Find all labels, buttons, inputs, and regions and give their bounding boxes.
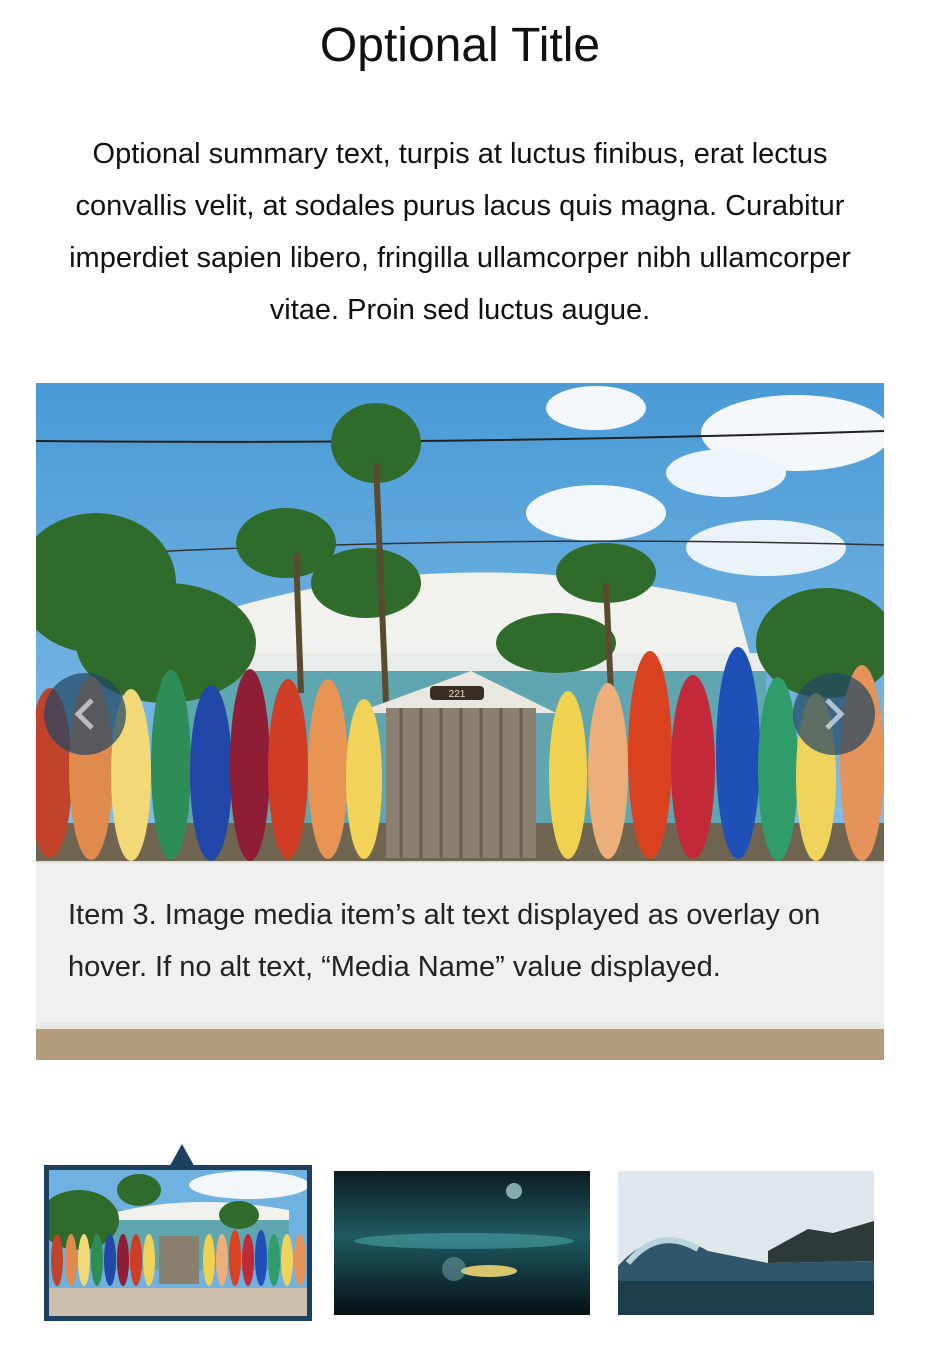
slide-caption-text: Item 3. Image media item’s alt text disp… [68,899,821,983]
underwater-surfer-thumbnail[interactable] [334,1171,590,1315]
chevron-right-icon [825,698,845,730]
thumbnail-strip [0,1140,952,1340]
media-slider[interactable]: 221 Item 3. Image media item’s alt text … [36,383,884,1060]
previous-slide-button[interactable] [44,673,126,755]
page-title: Optional Title [319,19,601,72]
slide-caption-overlay: Item 3. Image media item’s alt text disp… [36,861,884,1029]
house-number: 221 [449,689,466,700]
ocean-wave-thumbnail[interactable] [618,1171,874,1315]
summary-text: Optional summary text, turpis at luctus … [69,138,851,326]
surfboards-thumbnail[interactable] [44,1165,312,1321]
chevron-left-icon [74,698,94,730]
next-slide-button[interactable] [793,673,875,755]
